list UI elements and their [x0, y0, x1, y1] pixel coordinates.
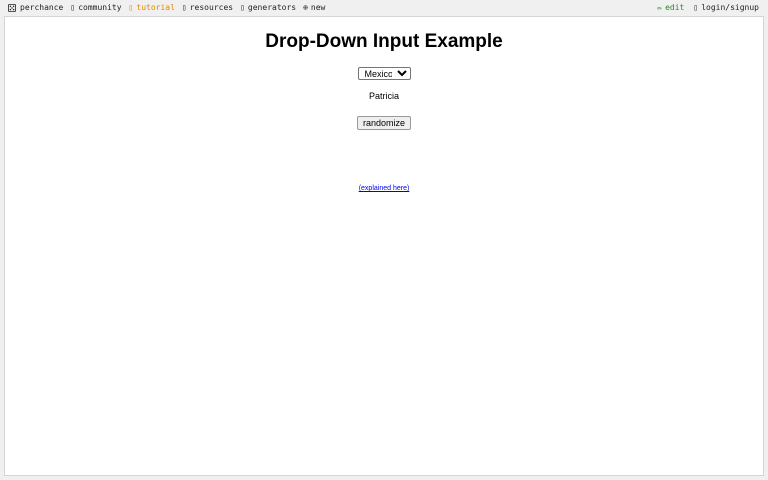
- generator-output-frame: Drop-Down Input Example Mexico Patricia …: [4, 16, 764, 476]
- nav-edit[interactable]: ✏ edit: [657, 3, 684, 12]
- nav-left-group: perchance ▯ community ▯ tutorial ▯ resou…: [8, 3, 332, 12]
- plus-circle-icon: ⊕: [303, 2, 308, 12]
- nav-tutorial[interactable]: ▯ tutorial: [129, 3, 175, 12]
- nav-new[interactable]: ⊕ new: [303, 3, 325, 12]
- nav-brand-label: perchance: [20, 3, 64, 12]
- book-icon: ▯: [128, 2, 134, 12]
- country-select-wrapper: Mexico: [5, 64, 763, 82]
- nav-tutorial-label: tutorial: [136, 3, 175, 12]
- nav-login-label: login/signup: [701, 3, 759, 12]
- list-icon: ▯: [240, 2, 245, 12]
- nav-community-label: community: [78, 3, 122, 12]
- explain-link-wrapper: (explained here): [5, 177, 763, 195]
- name-output: Patricia: [368, 91, 399, 101]
- nav-resources-label: resources: [189, 3, 234, 12]
- page-title: Drop-Down Input Example: [265, 31, 503, 52]
- nav-new-label: new: [310, 3, 326, 12]
- chat-icon: ▯: [70, 2, 76, 12]
- nav-right-group: ✏ edit ▯ login/signup: [648, 3, 759, 12]
- randomize-button[interactable]: randomize: [356, 116, 412, 130]
- nav-community[interactable]: ▯ community: [70, 3, 121, 12]
- explained-here-link[interactable]: (explained here): [359, 185, 410, 192]
- dice-icon: [8, 3, 16, 12]
- nav-login[interactable]: ▯ login/signup: [693, 3, 759, 12]
- randomize-button-wrapper: randomize: [5, 113, 763, 131]
- country-select[interactable]: Mexico: [357, 67, 411, 80]
- box-icon: ▯: [181, 2, 187, 12]
- nav-generators[interactable]: ▯ generators: [240, 3, 296, 12]
- nav-resources[interactable]: ▯ resources: [182, 3, 233, 12]
- nav-edit-label: edit: [665, 3, 685, 12]
- top-navigation-bar: perchance ▯ community ▯ tutorial ▯ resou…: [0, 0, 768, 16]
- pencil-icon: ✏: [657, 2, 663, 12]
- generator-content: Drop-Down Input Example Mexico Patricia …: [5, 32, 763, 195]
- nav-brand-perchance[interactable]: perchance: [8, 3, 63, 12]
- user-icon: ▯: [693, 2, 699, 12]
- nav-generators-label: generators: [247, 3, 297, 12]
